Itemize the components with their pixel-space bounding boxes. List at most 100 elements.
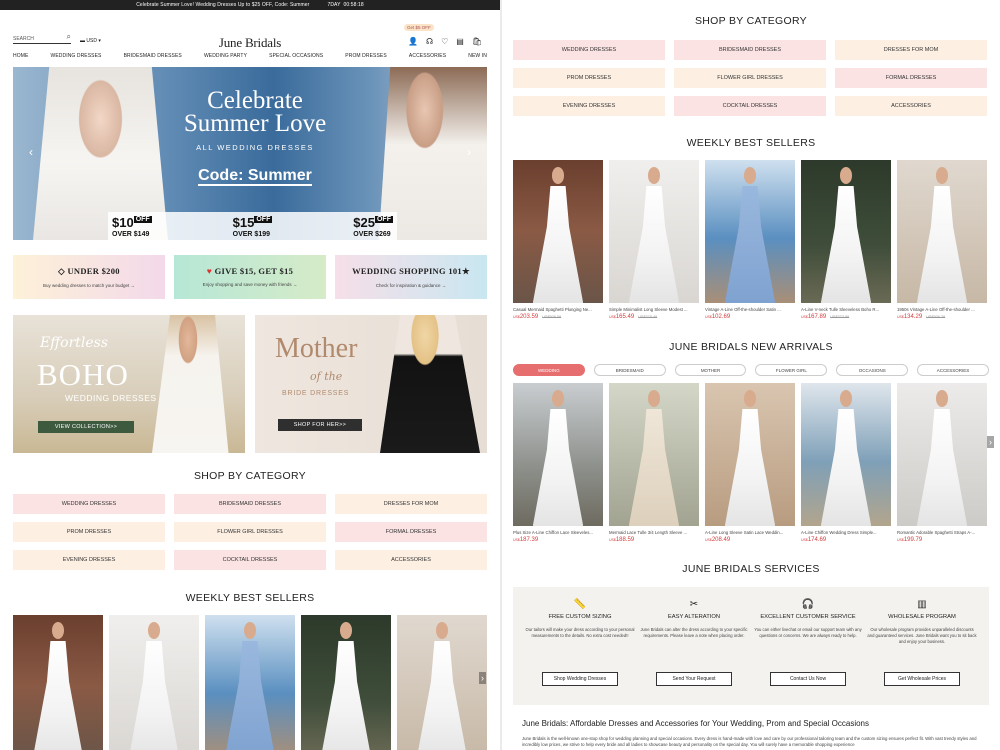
tab-occasions[interactable]: OCCASIONS <box>836 364 909 376</box>
about-section: June Bridals: Affordable Dresses and Acc… <box>522 719 982 748</box>
product-name[interactable]: 1950s Vintage A-Line Off-the-shoulder ..… <box>897 307 987 312</box>
price-value: 174.69 <box>807 537 827 543</box>
product-card[interactable] <box>13 615 103 750</box>
product-card[interactable]: Romantic Adorable Spaghetti Straps A-...… <box>897 383 987 543</box>
carousel-next-arrow-icon[interactable]: › <box>987 436 994 448</box>
category-flower-girl-dresses[interactable]: FLOWER GIRL DRESSES <box>674 68 826 88</box>
product-name[interactable]: Romantic Adorable Spaghetti Straps A-... <box>897 530 987 535</box>
product-image[interactable] <box>513 160 603 303</box>
product-image[interactable] <box>801 383 891 526</box>
product-name[interactable]: Casual Mermaid Spaghetti Plunging Ne... <box>513 307 603 312</box>
product-image[interactable] <box>705 160 795 303</box>
product-card[interactable]: A-Line V-neck Tulle Sleeveless Boho R...… <box>801 160 891 320</box>
send-request-button[interactable]: Send Your Request <box>656 672 732 686</box>
product-name[interactable]: Vintage A-Line Off-the-shoulder Satin ..… <box>705 307 795 312</box>
category-evening-dresses[interactable]: EVENING DRESSES <box>13 550 165 570</box>
model-head <box>743 390 757 408</box>
category-evening-dresses[interactable]: EVENING DRESSES <box>513 96 665 116</box>
product-image[interactable] <box>801 160 891 303</box>
nav-item[interactable]: SPECIAL OCCASIONS <box>269 53 323 59</box>
product-image[interactable] <box>205 615 295 750</box>
product-card[interactable]: Casual Mermaid Spaghetti Plunging Ne... U… <box>513 160 603 320</box>
category-formal-dresses[interactable]: FORMAL DRESSES <box>835 68 987 88</box>
off-badge[interactable]: Get $5 OFF <box>404 24 434 31</box>
category-cocktail-dresses[interactable]: COCKTAIL DRESSES <box>674 96 826 116</box>
category-bridesmaid-dresses[interactable]: BRIDESMAID DRESSES <box>674 40 826 60</box>
view-collection-button[interactable]: VIEW COLLECTION>> <box>38 421 134 433</box>
product-card[interactable]: A-Line Chiffon Wedding Dress Simple... US… <box>801 383 891 543</box>
product-image[interactable] <box>897 383 987 526</box>
product-card[interactable]: A-Line Long Sleeve Satin Lace Weddin... U… <box>705 383 795 543</box>
category-prom-dresses[interactable]: PROM DRESSES <box>513 68 665 88</box>
wishlist-icon[interactable]: ♡ <box>441 37 448 46</box>
category-prom-dresses[interactable]: PROM DRESSES <box>13 522 165 542</box>
contact-us-button[interactable]: Contact Us Now <box>770 672 846 686</box>
tab-wedding[interactable]: WEDDING <box>513 364 585 376</box>
category-dresses-for-mom[interactable]: DRESSES FOR MOM <box>835 40 987 60</box>
product-image[interactable] <box>705 383 795 526</box>
product-name[interactable]: A-Line Chiffon Wedding Dress Simple... <box>801 530 891 535</box>
nav-item[interactable]: BRIDESMAID DRESSES <box>124 53 182 59</box>
tab-flower-girl[interactable]: FLOWER GIRL <box>755 364 828 376</box>
product-image[interactable] <box>513 383 603 526</box>
shop-for-her-button[interactable]: SHOP FOR HER>> <box>278 419 362 431</box>
product-card[interactable] <box>205 615 295 750</box>
category-accessories[interactable]: ACCESSORIES <box>335 550 487 570</box>
support-icon[interactable]: ☊ <box>426 37 433 46</box>
promo-topbar: Celebrate Summer Love! Wedding Dresses U… <box>0 0 500 10</box>
wholesale-prices-button[interactable]: Get Wholesale Prices <box>884 672 960 686</box>
product-card[interactable] <box>301 615 391 750</box>
product-card[interactable]: 1950s Vintage A-Line Off-the-shoulder ..… <box>897 160 987 320</box>
product-name[interactable]: Plus Size A-Line Chiffon Lace Sleeveles.… <box>513 530 603 535</box>
product-image[interactable] <box>609 383 699 526</box>
category-bridesmaid-dresses[interactable]: BRIDESMAID DRESSES <box>174 494 326 514</box>
promo-give-get[interactable]: ♥ GIVE $15, GET $15 Enjoy shopping and s… <box>174 255 326 299</box>
orders-icon[interactable]: ▤ <box>456 37 464 46</box>
carousel-prev-arrow-icon[interactable]: ‹ <box>29 145 33 159</box>
boho-banner[interactable]: Effortless BOHO WEDDING DRESSES VIEW COL… <box>13 315 245 453</box>
product-name[interactable]: Simple Minimalist Long Sleeve Modest ... <box>609 307 699 312</box>
nav-item[interactable]: NEW IN <box>468 53 487 59</box>
product-card[interactable]: Vintage A-Line Off-the-shoulder Satin ..… <box>705 160 795 320</box>
nav-item[interactable]: ACCESSORIES <box>409 53 446 59</box>
tab-mother[interactable]: MOTHER <box>674 364 747 376</box>
product-name[interactable]: A-Line V-neck Tulle Sleeveless Boho R... <box>801 307 891 312</box>
category-cocktail-dresses[interactable]: COCKTAIL DRESSES <box>174 550 326 570</box>
product-image[interactable] <box>301 615 391 750</box>
category-wedding-dresses[interactable]: WEDDING DRESSES <box>13 494 165 514</box>
mother-subtitle: BRIDE DRESSES <box>282 390 350 397</box>
carousel-next-arrow-icon[interactable]: › <box>479 672 486 684</box>
product-card[interactable]: Plus Size A-Line Chiffon Lace Sleeveles.… <box>513 383 603 543</box>
shop-wedding-dresses-button[interactable]: Shop Wedding Dresses <box>542 672 618 686</box>
category-wedding-dresses[interactable]: WEDDING DRESSES <box>513 40 665 60</box>
nav-item[interactable]: HOME <box>13 53 28 59</box>
product-image[interactable] <box>109 615 199 750</box>
carousel-next-arrow-icon[interactable]: › <box>467 145 471 159</box>
category-dresses-for-mom[interactable]: DRESSES FOR MOM <box>335 494 487 514</box>
nav-item[interactable]: PROM DRESSES <box>345 53 387 59</box>
product-image[interactable] <box>397 615 487 750</box>
product-name[interactable]: Mermaid Lace Tulle 3/4 Length Sleeve ... <box>609 530 699 535</box>
product-image[interactable] <box>13 615 103 750</box>
mother-banner[interactable]: Mother of the BRIDE DRESSES SHOP FOR HER… <box>255 315 487 453</box>
account-icon[interactable]: 👤 <box>408 37 418 46</box>
promo-wedding-101[interactable]: WEDDING SHOPPING 101★ Check for inspirat… <box>335 255 487 299</box>
category-accessories[interactable]: ACCESSORIES <box>835 96 987 116</box>
hero-banner[interactable]: Celebrate Summer Love ALL WEDDING DRESSES… <box>13 67 487 240</box>
promo-under-200[interactable]: ◇ UNDER $200 Buy wedding dresses to matc… <box>13 255 165 299</box>
product-name[interactable]: A-Line Long Sleeve Satin Lace Weddin... <box>705 530 795 535</box>
product-image[interactable] <box>609 160 699 303</box>
tab-accessories[interactable]: ACCESSORIES <box>917 364 989 376</box>
product-image[interactable] <box>897 160 987 303</box>
product-card[interactable] <box>397 615 487 750</box>
nav-item[interactable]: WEDDING DRESSES <box>51 53 102 59</box>
product-card[interactable] <box>109 615 199 750</box>
cart-icon[interactable]: 🛍 <box>472 37 482 46</box>
category-flower-girl-dresses[interactable]: FLOWER GIRL DRESSES <box>174 522 326 542</box>
category-formal-dresses[interactable]: FORMAL DRESSES <box>335 522 487 542</box>
nav-item[interactable]: WEDDING PARTY <box>204 53 247 59</box>
section-title: WEEKLY BEST SELLERS <box>686 137 816 149</box>
tab-bridesmaid[interactable]: BRIDESMAID <box>593 364 666 376</box>
product-card[interactable]: Mermaid Lace Tulle 3/4 Length Sleeve ...… <box>609 383 699 543</box>
product-card[interactable]: Simple Minimalist Long Sleeve Modest ...… <box>609 160 699 320</box>
